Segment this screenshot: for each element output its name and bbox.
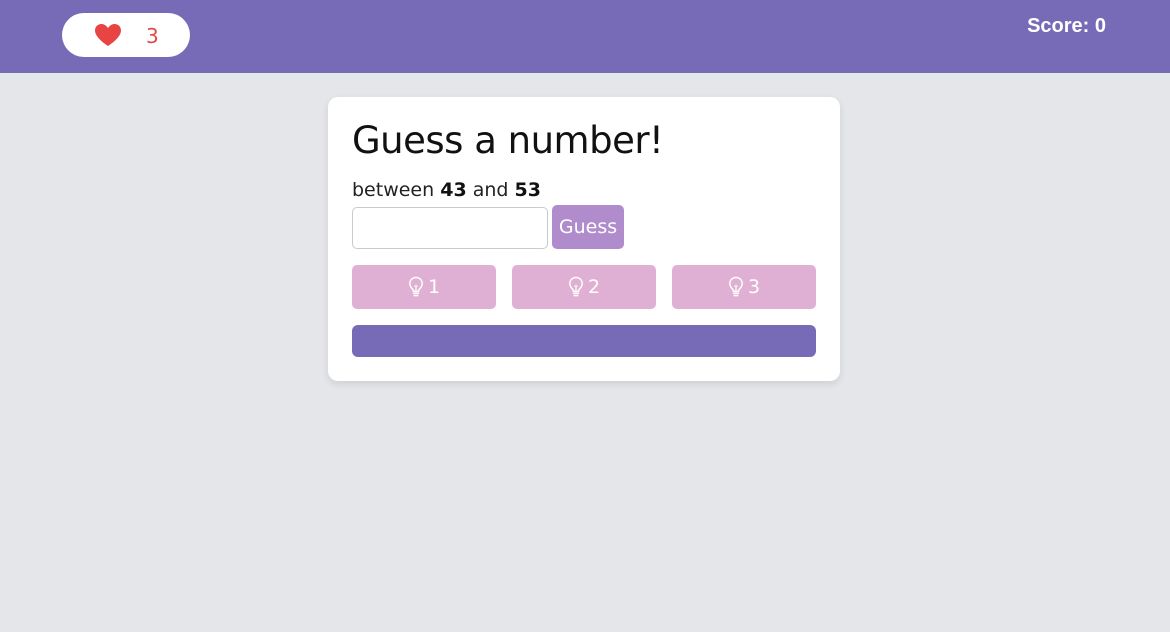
range-prefix: between [352,179,435,201]
lightbulb-icon [729,276,743,297]
score-display: Score: 0 [1027,15,1106,37]
hint-label: 1 [427,276,441,298]
hint-label: 3 [747,276,761,298]
hint-button-3[interactable]: 3 [672,265,816,309]
range-min: 43 [440,179,467,201]
lives-count: 3 [146,24,159,48]
lightbulb-icon [409,276,423,297]
page-title: Guess a number! [352,119,664,162]
guess-button[interactable]: Guess [552,205,624,249]
lightbulb-icon [569,276,583,297]
range-max: 53 [514,179,541,201]
hint-button-2[interactable]: 2 [512,265,656,309]
progress-bar [352,325,816,357]
guess-input[interactable] [352,207,548,249]
top-bar: 3 Score: 0 [0,0,1170,73]
game-card: Guess a number! between 43 and 53 Guess … [328,97,840,381]
hint-button-1[interactable]: 1 [352,265,496,309]
hint-label: 2 [587,276,601,298]
lives-indicator: 3 [62,13,190,57]
heart-icon [95,24,121,46]
range-joiner: and [472,179,509,201]
range-text: between 43 and 53 [352,179,541,201]
